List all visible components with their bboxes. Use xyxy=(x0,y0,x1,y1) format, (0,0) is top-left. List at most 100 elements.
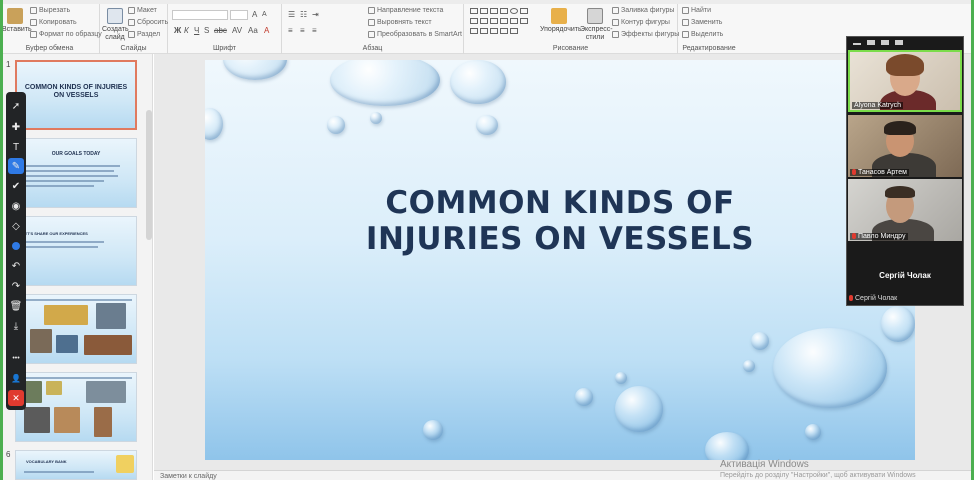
layout-button[interactable]: Макет xyxy=(128,7,157,14)
quick-styles-button[interactable]: Экспресс-стили xyxy=(580,8,613,42)
pen-icon[interactable]: ✎ xyxy=(8,158,24,174)
cut-button[interactable]: Вырезать xyxy=(30,7,70,14)
shrink-font-icon[interactable]: A xyxy=(262,11,267,18)
redo-icon[interactable]: ↷ xyxy=(8,278,24,294)
brush-icon xyxy=(30,31,37,38)
move-icon[interactable]: ✚ xyxy=(8,119,24,135)
thumbnail-slide-6[interactable]: VOCABULARY BANK xyxy=(15,450,137,480)
close-icon[interactable]: ✕ xyxy=(8,390,24,406)
align-left-icon[interactable]: ≡ xyxy=(288,26,293,35)
paste-button[interactable]: Вставить xyxy=(2,8,32,33)
participant-label: Сергій Чолак xyxy=(849,295,897,302)
water-drop xyxy=(370,112,382,124)
slides-group-label: Слайды xyxy=(120,45,147,52)
participant-tile[interactable]: Alyona Katrych xyxy=(848,50,962,112)
font-group-label: Шрифт xyxy=(212,45,237,52)
participant-tile[interactable]: Танасов Артем xyxy=(848,115,962,177)
slide-title[interactable]: COMMON KINDS OF INJURIES ON VESSELS xyxy=(205,185,915,257)
replace-button[interactable]: Заменить xyxy=(682,19,722,26)
find-button[interactable]: Найти xyxy=(682,7,711,14)
current-slide[interactable]: COMMON KINDS OF INJURIES ON VESSELS xyxy=(205,60,915,460)
align-right-icon[interactable]: ≡ xyxy=(312,26,317,35)
participant-name: Павло Миндру xyxy=(850,233,908,240)
thumbnail-number: 6 xyxy=(6,450,11,459)
notes-placeholder[interactable]: Заметки к слайду xyxy=(160,473,217,480)
participant-name: Alyona Katrych xyxy=(852,102,904,109)
italic-button[interactable]: К xyxy=(184,26,189,35)
slide-title-line-1: COMMON KINDS OF xyxy=(385,185,735,221)
new-slide-icon xyxy=(107,8,123,24)
gallery-view-icon[interactable] xyxy=(895,40,903,45)
water-drop xyxy=(223,60,287,80)
smartart-button[interactable]: Преобразовать в SmartArt xyxy=(368,31,462,38)
thumbnail-slide-1[interactable]: COMMON KINDS OF INJURIES ON VESSELS xyxy=(15,60,137,130)
thumbnail-heading: VOCABULARY BANK xyxy=(26,459,67,464)
bullets-icon[interactable]: ☰ xyxy=(288,10,295,19)
text-icon[interactable]: T xyxy=(8,139,24,155)
reset-icon xyxy=(128,19,135,26)
shadow-button[interactable]: S xyxy=(204,26,209,35)
hide-video-icon[interactable] xyxy=(867,40,875,45)
text-direction-icon xyxy=(368,7,375,14)
windows-activation-subtitle: Перейдіть до розділу "Настройки", щоб ак… xyxy=(720,472,916,479)
fill-icon xyxy=(612,7,619,14)
font-size-field[interactable] xyxy=(230,10,248,20)
color-icon[interactable] xyxy=(8,238,24,254)
spotlight-icon[interactable]: ◉ xyxy=(8,198,24,214)
thumbnail-slide-5[interactable] xyxy=(15,372,137,442)
video-participants-panel[interactable]: Alyona Katrych Танасов Артем Павло Миндр… xyxy=(846,36,964,306)
outline-icon xyxy=(612,19,619,26)
arrange-icon xyxy=(551,8,567,24)
numbering-icon[interactable]: ☷ xyxy=(300,10,307,19)
align-text-button[interactable]: Выровнять текст xyxy=(368,19,432,26)
thumbnail-scrollbar[interactable] xyxy=(146,110,152,240)
arrange-button[interactable]: Упорядочить xyxy=(540,8,582,33)
thumbnail-title: COMMON KINDS OF INJURIES ON VESSELS xyxy=(24,84,128,99)
indent-icon[interactable]: ⇥ xyxy=(312,10,319,19)
copy-icon xyxy=(30,19,37,26)
format-painter-button[interactable]: Формат по образцу xyxy=(30,31,102,38)
shape-effects-button[interactable]: Эффекты фигуры xyxy=(612,31,679,38)
pointer-icon[interactable]: ➚ xyxy=(8,98,24,114)
more-icon[interactable]: ••• xyxy=(8,350,24,366)
new-slide-button[interactable]: Создать слайд xyxy=(102,8,129,42)
strikethrough-button[interactable]: abc xyxy=(214,26,227,35)
thumbnail-heading: LET'S SHARE OUR EXPERIENCES xyxy=(22,231,88,236)
text-direction-button[interactable]: Направление текста xyxy=(368,7,443,14)
thumbnail-slide-2[interactable]: OUR GOALS TODAY xyxy=(15,138,137,208)
annotation-toolbar: ➚ ✚ T ✎ ✔ ◉ ◇ ↶ ↷ 🗑 ⤓ ••• 👤 ✕ xyxy=(6,92,26,410)
shape-fill-button[interactable]: Заливка фигуры xyxy=(612,7,674,14)
shape-outline-button[interactable]: Контур фигуры xyxy=(612,19,670,26)
bold-button[interactable]: Ж xyxy=(174,26,181,35)
water-drop xyxy=(805,424,821,440)
section-button[interactable]: Раздел xyxy=(128,31,160,38)
font-name-field[interactable] xyxy=(172,10,228,20)
speaker-view-icon[interactable] xyxy=(881,40,889,45)
undo-icon[interactable]: ↶ xyxy=(8,258,24,274)
grow-font-icon[interactable]: A xyxy=(252,10,257,19)
select-button[interactable]: Выделить xyxy=(682,31,723,38)
shapes-gallery[interactable] xyxy=(470,8,536,38)
editing-group: Найти Заменить Выделить Редактирование xyxy=(678,4,740,54)
video-panel-toolbar xyxy=(847,37,963,49)
spacing-button[interactable]: AV xyxy=(232,26,242,35)
participant-tile[interactable]: Павло Миндру xyxy=(848,179,962,241)
thumbnail-slide-4[interactable] xyxy=(15,294,137,364)
slides-group: Создать слайд Макет Сбросить Раздел Слай… xyxy=(100,4,168,54)
minimize-icon[interactable] xyxy=(853,43,861,45)
font-color-button[interactable]: A xyxy=(264,26,269,35)
thumbnail-slide-3[interactable]: LET'S SHARE OUR EXPERIENCES xyxy=(15,216,137,286)
align-center-icon[interactable]: ≡ xyxy=(300,26,305,35)
eraser-icon[interactable]: ◇ xyxy=(8,218,24,234)
clipboard-group-label: Буфер обмена xyxy=(25,45,74,52)
check-icon[interactable]: ✔ xyxy=(8,178,24,194)
trash-icon[interactable]: 🗑 xyxy=(8,298,24,314)
reset-button[interactable]: Сбросить xyxy=(128,19,168,26)
case-button[interactable]: Aa xyxy=(248,26,258,35)
user-icon[interactable]: 👤 xyxy=(8,370,24,386)
copy-button[interactable]: Копировать xyxy=(30,19,77,26)
save-icon[interactable]: ⤓ xyxy=(8,318,24,334)
water-drop xyxy=(330,60,440,106)
underline-button[interactable]: Ч xyxy=(194,26,199,35)
water-drop xyxy=(751,332,769,350)
